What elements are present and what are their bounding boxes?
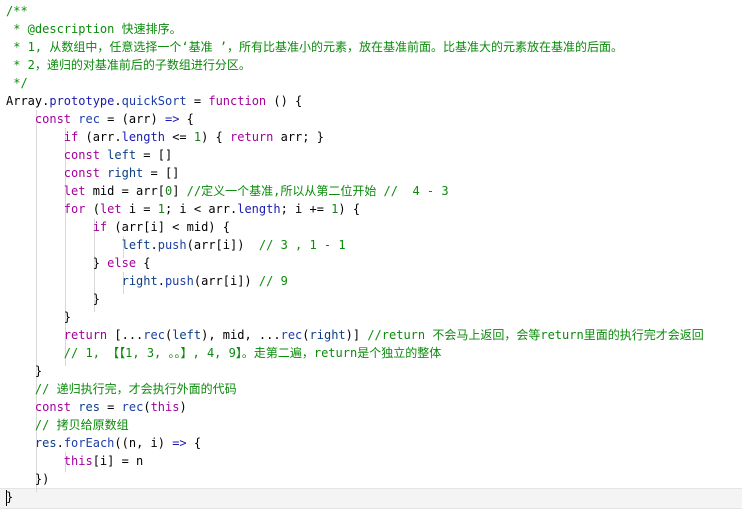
code-line[interactable]: })	[6, 470, 49, 488]
code-editor[interactable]: /** * @description 快速排序。 * 1, 从数组中，任意选择一…	[0, 0, 742, 513]
code-line[interactable]: let mid = arr[0] //定义一个基准,所以从第二位开始 // 4 …	[6, 182, 449, 200]
code-line[interactable]: right.push(arr[i]) // 9	[6, 272, 288, 290]
code-line[interactable]: // 1, 【【1, 3, 。。】, 4, 9】。走第二遍，return是个独立…	[6, 344, 441, 362]
code-line[interactable]: }	[6, 488, 13, 506]
code-line[interactable]: res.forEach((n, i) => {	[6, 434, 201, 452]
code-line[interactable]: left.push(arr[i]) // 3 , 1 - 1	[6, 236, 346, 254]
code-line[interactable]: } else {	[6, 254, 151, 272]
current-line-highlight	[0, 488, 742, 509]
code-line[interactable]: if (arr.length <= 1) { return arr; }	[6, 128, 324, 146]
code-line[interactable]: for (let i = 1; i < arr.length; i += 1) …	[6, 200, 360, 218]
code-line[interactable]: return [...rec(left), mid, ...rec(right)…	[6, 326, 704, 344]
code-line[interactable]: /**	[6, 2, 28, 20]
code-line[interactable]: if (arr[i] < mid) {	[6, 218, 230, 236]
code-line[interactable]: // 拷贝给原数组	[6, 416, 129, 434]
code-line[interactable]: * 2，递归的对基准前后的子数组进行分区。	[6, 56, 251, 74]
code-line[interactable]: * @description 快速排序。	[6, 20, 181, 38]
code-line[interactable]: const res = rec(this)	[6, 398, 187, 416]
code-line[interactable]: this[i] = n	[6, 452, 143, 470]
code-line[interactable]: }	[6, 290, 100, 308]
code-line[interactable]: * 1, 从数组中，任意选择一个‘基准 ’，所有比基准小的元素，放在基准前面。比…	[6, 38, 623, 56]
code-line[interactable]: const right = []	[6, 164, 180, 182]
code-line[interactable]: }	[6, 362, 42, 380]
code-line[interactable]: Array.prototype.quickSort = function () …	[6, 92, 302, 110]
code-line[interactable]: }	[6, 308, 71, 326]
text-cursor	[6, 490, 7, 506]
code-line[interactable]: const rec = (arr) => {	[6, 110, 194, 128]
code-line[interactable]: // 递归执行完，才会执行外面的代码	[6, 380, 237, 398]
code-line[interactable]: const left = []	[6, 146, 172, 164]
code-line[interactable]: */	[6, 74, 27, 92]
